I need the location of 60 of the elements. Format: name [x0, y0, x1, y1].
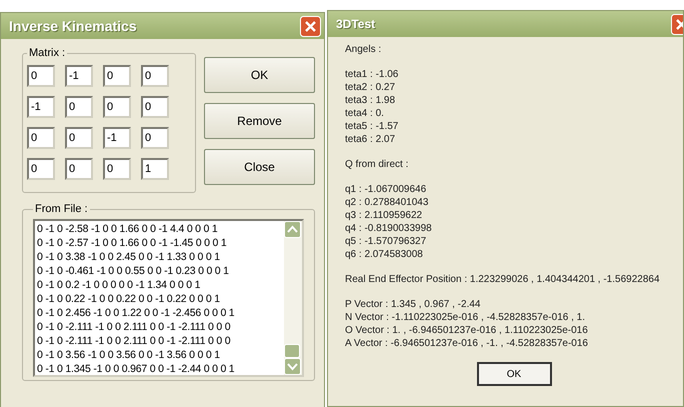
list-item[interactable]: 0 -1 0 -2.57 -1 0 0 1.66 0 0 -1 -1.45 0 0 0 1	[37, 236, 282, 250]
matrix-field[interactable]: 0	[141, 65, 169, 87]
scroll-down-icon[interactable]	[284, 358, 301, 375]
matrix-field[interactable]: -1	[27, 96, 55, 118]
matrix-field[interactable]: 0	[103, 158, 131, 180]
matrix-field[interactable]: 0	[27, 158, 55, 180]
matrix-field[interactable]: 0	[103, 96, 131, 118]
output-text: teta1 : -1.06	[345, 68, 400, 81]
matrix-field[interactable]: -1	[65, 65, 93, 87]
list-item[interactable]: 0 -1 0 0.22 -1 0 0 0.22 0 0 -1 0.22 0 0 0 1	[37, 292, 282, 306]
matrix-field[interactable]: 0	[103, 65, 131, 87]
output-text: q1 : -1.067009646	[345, 183, 428, 196]
list-item[interactable]: 0 -1 0 -2.111 -1 0 0 2.111 0 0 -1 -2.111 0 0 0	[37, 320, 282, 334]
output-text: teta6 : 2.07	[345, 133, 396, 146]
output-text: Angels :	[345, 43, 382, 56]
list-item[interactable]: 0 -1 0 3.56 -1 0 0 3.56 0 0 -1 3.56 0 0 0 1	[37, 348, 282, 362]
scrollbar[interactable]	[284, 221, 302, 375]
output-text: teta2 : 0.27	[345, 81, 396, 94]
file-listbox[interactable]	[33, 219, 304, 377]
dialog-button[interactable]: OK	[204, 57, 315, 93]
scroll-thumb[interactable]	[284, 344, 300, 358]
close-icon[interactable]	[300, 16, 321, 36]
output-text: teta4 : 0.	[345, 107, 385, 120]
list-item[interactable]: 0 -1 0 -0.461 -1 0 0 0.55 0 0 -1 0.23 0 0 0 1	[37, 264, 282, 278]
output-text: N Vector : -1.110223025e-016 , -4.52828357e-016 , 1.	[345, 311, 586, 324]
scroll-up-icon[interactable]	[284, 221, 301, 238]
output-text: A Vector : -6.946501237e-016 , -1. , -4.52828357e-016	[345, 337, 589, 350]
list-item[interactable]: 0 -1 0 0.2 -1 0 0 0 0 0 -1 1.34 0 0 0 1	[37, 278, 282, 292]
output-text: q3 : 2.110959622	[345, 209, 424, 222]
matrix-field[interactable]: 0	[65, 127, 93, 149]
list-item[interactable]: 0 -1 0 2.456 -1 0 0 1.22 0 0 -1 -2.456 0 0 0 1	[37, 306, 282, 320]
output-text: q5 : -1.570796327	[345, 235, 428, 248]
list-item[interactable]: 0 -1 0 -2.111 -1 0 0 2.111 0 0 -1 -2.111 0 0 0	[37, 334, 282, 348]
output-text: q2 : 0.2788401043	[345, 196, 430, 209]
output-text: Real End Effector Position : 1.223299026 , 1.404344201 , -1.56922864	[345, 273, 661, 286]
list-item[interactable]: 0 -1 0 1.345 -1 0 0 0.967 0 0 -1 -2.44 0 0 0 1	[37, 362, 282, 376]
output-text: q4 : -0.8190033998	[345, 222, 433, 235]
output-text: q6 : 2.074583008	[345, 248, 424, 261]
dialog-button[interactable]: Close	[204, 149, 315, 185]
matrix-field[interactable]: 1	[141, 158, 169, 180]
output-text: teta3 : 1.98	[345, 94, 396, 107]
ok-button[interactable]: OK	[476, 362, 552, 386]
output-text: teta5 : -1.57	[345, 120, 400, 133]
matrix-field[interactable]: 0	[27, 127, 55, 149]
matrix-field[interactable]: 0	[65, 96, 93, 118]
window-title: 3DTest	[336, 17, 376, 31]
matrix-field[interactable]: 0	[65, 158, 93, 180]
matrix-field[interactable]: 0	[141, 96, 169, 118]
matrix-field[interactable]: -1	[103, 127, 131, 149]
window-title: Inverse Kinematics	[9, 18, 137, 34]
output-text: Q from direct :	[345, 158, 410, 171]
list-item[interactable]: 0 -1 0 3.38 -1 0 0 2.45 0 0 -1 1.33 0 0 0 1	[37, 250, 282, 264]
matrix-field[interactable]: 0	[27, 65, 55, 87]
output-text: P Vector : 1.345 , 0.967 , -2.44	[345, 298, 482, 311]
dialog-button[interactable]: Remove	[204, 103, 315, 139]
group-label: Matrix :	[28, 47, 66, 59]
matrix-field[interactable]: 0	[141, 127, 169, 149]
list-item[interactable]: 0 -1 0 -2.58 -1 0 0 1.66 0 0 -1 4.4 0 0 0 1	[37, 222, 282, 236]
output-text: O Vector : 1. , -6.946501237e-016 , 1.110223025e-016	[345, 324, 589, 337]
group-label: From File :	[34, 203, 89, 215]
